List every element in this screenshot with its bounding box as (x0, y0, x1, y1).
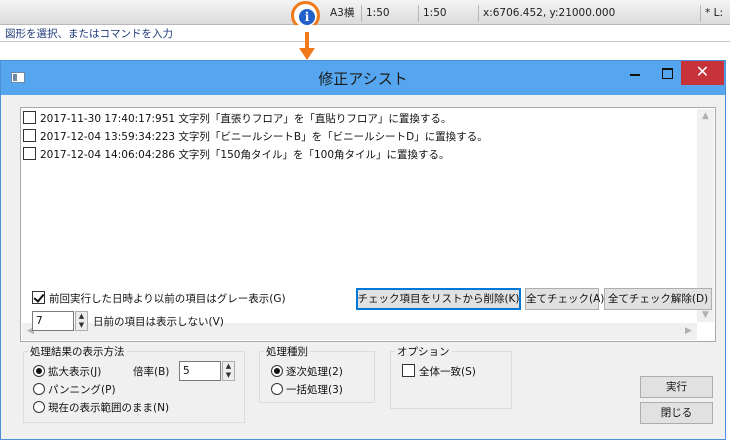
options-group: オプション 全体一致(S) (390, 344, 512, 409)
run-button[interactable]: 実行 (640, 376, 713, 398)
days-label: 日前の項目は表示しない(V) (93, 316, 224, 328)
scroll-up-icon[interactable]: ▲ (697, 111, 714, 121)
batch-radio[interactable] (271, 383, 283, 395)
stepper-up-icon[interactable]: ▲ (76, 312, 87, 321)
fix-assist-dialog: 修正アシスト ✕ 2017-11-30 17:40:17:951 文字列「直張り… (0, 60, 726, 440)
command-prompt: 図形を選択、またはコマンドを入力 (5, 28, 173, 40)
stepper-up-icon[interactable]: ▲ (223, 362, 234, 371)
process-type-title: 処理種別 (264, 344, 310, 359)
process-type-group: 処理種別 逐次処理(2) 一括処理(3) (259, 344, 375, 403)
row-text: 2017-11-30 17:40:17:951 文字列「直張りフロア」を「直貼り… (40, 113, 452, 125)
keep-range-option[interactable]: 現在の表示範囲のまま(N) (33, 400, 169, 415)
scale-readout-1: 1:50 (361, 5, 416, 22)
row-text: 2017-12-04 14:06:04:286 文字列「150角タイル」を「10… (40, 149, 450, 161)
list-item[interactable]: 2017-12-04 13:59:34:223 文字列「ビニールシートB」を「ビ… (23, 129, 488, 146)
gray-display-option[interactable]: 前回実行した日時より以前の項目はグレー表示(G) (32, 291, 286, 306)
zoom-option[interactable]: 拡大表示(J) (33, 364, 101, 379)
keep-range-label: 現在の表示範囲のまま(N) (48, 402, 170, 414)
coordinate-readout: x:6706.452, y:21000.000 (478, 5, 698, 22)
pan-radio[interactable] (33, 383, 45, 395)
ratio-input[interactable] (179, 361, 221, 381)
list-item[interactable]: 2017-11-30 17:40:17:951 文字列「直張りフロア」を「直貼り… (23, 111, 451, 128)
sequential-label: 逐次処理(2) (286, 366, 343, 378)
check-all-button[interactable]: 全てチェック(A) (525, 288, 604, 310)
scroll-right-icon[interactable]: ▶ (680, 326, 697, 336)
scroll-down-icon[interactable]: ▼ (697, 310, 714, 320)
row-checkbox[interactable] (23, 111, 36, 124)
maximize-button[interactable] (651, 61, 684, 86)
row-checkbox[interactable] (23, 129, 36, 142)
dialog-titlebar[interactable]: 修正アシスト ✕ (1, 61, 725, 95)
info-icon[interactable]: i (299, 9, 315, 25)
close-window-button[interactable]: ✕ (681, 61, 724, 85)
list-item[interactable]: 2017-12-04 14:06:04:286 文字列「150角タイル」を「10… (23, 147, 450, 164)
minimize-button[interactable] (619, 61, 652, 86)
stepper-down-icon[interactable]: ▼ (223, 371, 234, 380)
ratio-label: 倍率(B) (133, 366, 170, 378)
layer-label: L: (713, 7, 723, 19)
days-input[interactable] (32, 311, 74, 331)
exact-match-label: 全体一致(S) (419, 366, 476, 378)
layer-readout: * L: (700, 5, 730, 22)
gray-display-label: 前回実行した日時より以前の項目はグレー表示(G) (49, 293, 286, 305)
sequential-radio[interactable] (271, 365, 283, 377)
scale-readout-2: 1:50 (418, 5, 476, 22)
close-button[interactable]: 閉じる (640, 402, 713, 424)
row-checkbox[interactable] (23, 147, 36, 160)
stepper-down-icon[interactable]: ▼ (76, 321, 87, 330)
uncheck-all-button[interactable]: 全てチェック解除(D) (604, 288, 712, 310)
ratio-stepper[interactable]: ▲ ▼ (222, 361, 235, 381)
zoom-radio[interactable] (33, 365, 45, 377)
gray-display-checkbox[interactable] (32, 291, 45, 304)
sequential-option[interactable]: 逐次処理(2) (271, 364, 343, 379)
exact-match-checkbox[interactable] (402, 364, 415, 377)
batch-option[interactable]: 一括処理(3) (271, 382, 343, 397)
row-text: 2017-12-04 13:59:34:223 文字列「ビニールシートB」を「ビ… (40, 131, 488, 143)
command-line[interactable]: 図形を選択、またはコマンドを入力 (0, 25, 730, 42)
exact-match-option[interactable]: 全体一致(S) (402, 364, 476, 379)
display-method-group: 処理結果の表示方法 拡大表示(J) 倍率(B) ▲ ▼ パンニング(P) 現在の… (23, 344, 245, 423)
layer-marker: * (705, 7, 711, 19)
pointer-arrow-head (299, 48, 315, 60)
zoom-label: 拡大表示(J) (48, 366, 102, 378)
pan-option[interactable]: パンニング(P) (33, 382, 116, 397)
batch-label: 一括処理(3) (286, 384, 343, 396)
status-bar: A3横 1:50 1:50 x:6706.452, y:21000.000 * … (0, 0, 730, 30)
remove-checked-button[interactable]: チェック項目をリストから削除(K) (356, 288, 521, 310)
paper-size: A3横 (330, 7, 355, 19)
pan-label: パンニング(P) (48, 384, 116, 396)
days-stepper[interactable]: ▲ ▼ (75, 311, 88, 331)
options-title: オプション (395, 344, 452, 359)
dialog-title: 修正アシスト (318, 70, 408, 88)
keep-range-radio[interactable] (33, 401, 45, 413)
display-method-title: 処理結果の表示方法 (28, 344, 127, 359)
